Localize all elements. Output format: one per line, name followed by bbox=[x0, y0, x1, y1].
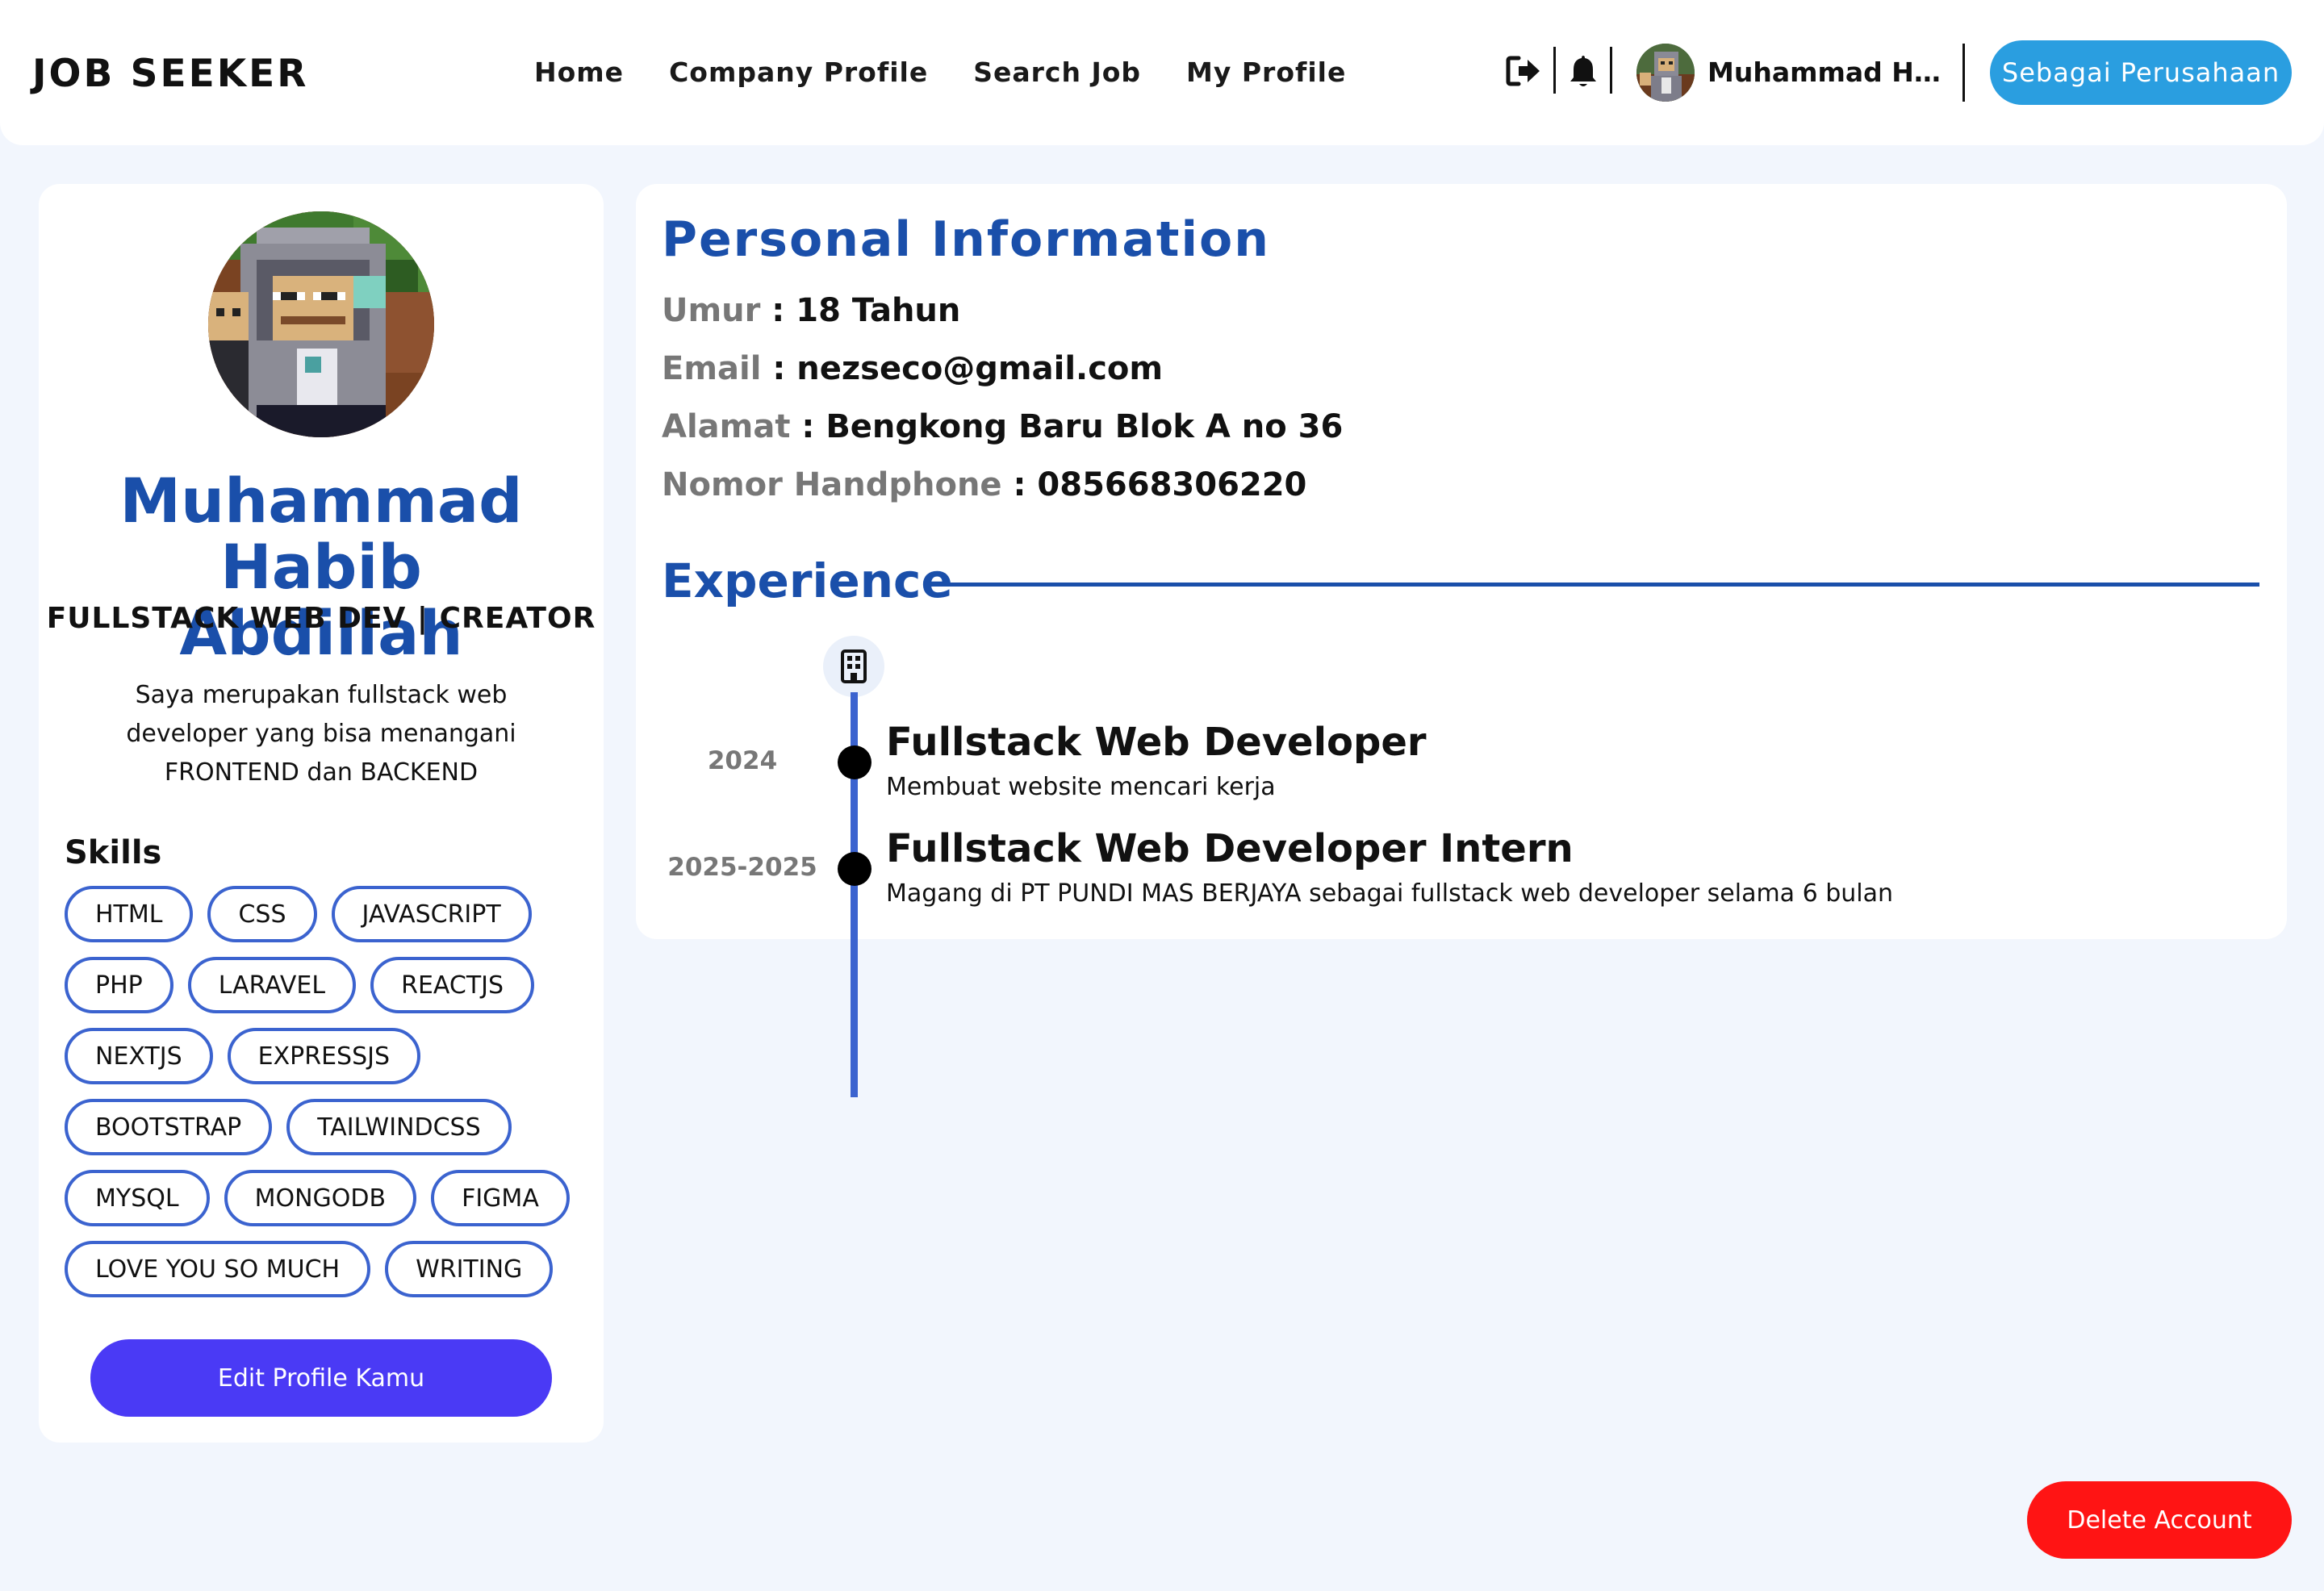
nav-username[interactable]: Muhammad Habib... bbox=[1707, 56, 1950, 88]
info-value: 085668306220 bbox=[1037, 466, 1307, 503]
skill-tag: JAVASCRIPT bbox=[331, 886, 532, 942]
timeline-year: 2025-2025 bbox=[667, 853, 817, 882]
experience-description: Magang di PT PUNDI MAS BERJAYA sebagai f… bbox=[886, 879, 1894, 908]
nav-links: Home Company Profile Search Job My Profi… bbox=[534, 56, 1346, 88]
info-label: Email bbox=[662, 350, 762, 387]
skill-tag: HTML bbox=[65, 886, 194, 942]
info-row-address: Alamat : Bengkong Baru Blok A no 36 bbox=[662, 408, 1344, 445]
nav-divider bbox=[1553, 47, 1556, 94]
profile-card: Muhammad Habib Abdillah FULLSTACK WEB DE… bbox=[39, 184, 604, 1443]
experience-position: Fullstack Web Developer Intern bbox=[886, 826, 1574, 871]
skill-tag: EXPRESSJS bbox=[227, 1028, 421, 1084]
timeline-dot bbox=[838, 852, 872, 886]
logout-icon[interactable] bbox=[1506, 53, 1541, 89]
skill-tag: MYSQL bbox=[65, 1170, 210, 1226]
nav-link-company-profile[interactable]: Company Profile bbox=[669, 56, 928, 88]
skill-tag: CSS bbox=[207, 886, 317, 942]
building-icon bbox=[823, 636, 884, 697]
info-label: Umur bbox=[662, 292, 761, 329]
skill-tag: NEXTJS bbox=[65, 1028, 213, 1084]
nav-link-search-job[interactable]: Search Job bbox=[973, 56, 1141, 88]
info-value: nezseco@gmail.com bbox=[796, 350, 1164, 387]
switch-to-company-button[interactable]: Sebagai Perusahaan bbox=[1990, 40, 2292, 105]
skill-tag: FIGMA bbox=[431, 1170, 570, 1226]
info-label: Alamat bbox=[662, 408, 791, 445]
profile-role: FULLSTACK WEB DEV | CREATOR bbox=[46, 602, 596, 635]
info-value: 18 Tahun bbox=[796, 292, 961, 329]
nav-divider bbox=[1610, 47, 1612, 94]
skill-tag: BOOTSTRAP bbox=[65, 1099, 273, 1155]
skills-title: Skills bbox=[65, 834, 162, 871]
info-row-email: Email : nezseco@gmail.com bbox=[662, 350, 1164, 387]
profile-avatar bbox=[208, 211, 434, 437]
skill-tag: LOVE YOU SO MUCH bbox=[65, 1241, 371, 1297]
timeline-year: 2024 bbox=[707, 746, 778, 775]
profile-name: Muhammad Habib Abdillah bbox=[119, 465, 523, 669]
skills-list: HTML CSS JAVASCRIPT PHP LARAVEL REACTJS … bbox=[65, 886, 597, 1297]
skill-tag: REACTJS bbox=[370, 957, 535, 1013]
skill-tag: PHP bbox=[65, 957, 173, 1013]
info-value: Bengkong Baru Blok A no 36 bbox=[826, 408, 1344, 445]
edit-profile-button[interactable]: Edit Profile Kamu bbox=[90, 1339, 552, 1417]
info-row-age: Umur : 18 Tahun bbox=[662, 292, 961, 329]
personal-info-title: Personal Information bbox=[662, 211, 1270, 268]
profile-bio: Saya merupakan fullstack web developer y… bbox=[126, 681, 516, 787]
skill-tag: MONGODB bbox=[224, 1170, 417, 1226]
info-row-phone: Nomor Handphone : 085668306220 bbox=[662, 466, 1307, 503]
bell-icon[interactable] bbox=[1565, 53, 1601, 89]
experience-description: Membuat website mencari kerja bbox=[886, 773, 1276, 801]
info-label: Nomor Handphone bbox=[662, 466, 1002, 503]
skill-tag: WRITING bbox=[385, 1241, 554, 1297]
nav-divider bbox=[1962, 44, 1965, 102]
navbar: JOB SEEKER Home Company Profile Search J… bbox=[0, 0, 2324, 145]
skill-tag: TAILWINDCSS bbox=[286, 1099, 512, 1155]
skill-tag: LARAVEL bbox=[187, 957, 357, 1013]
delete-account-button[interactable]: Delete Account bbox=[2027, 1481, 2292, 1559]
avatar[interactable] bbox=[1636, 44, 1695, 102]
timeline-dot bbox=[838, 745, 872, 779]
nav-link-my-profile[interactable]: My Profile bbox=[1186, 56, 1346, 88]
experience-title: Experience bbox=[662, 553, 953, 608]
personal-info-card: Personal Information Umur : 18 Tahun Ema… bbox=[636, 184, 2287, 1097]
experience-position: Fullstack Web Developer bbox=[886, 720, 1427, 765]
experience-divider bbox=[928, 583, 2259, 587]
brand-logo[interactable]: JOB SEEKER bbox=[32, 52, 308, 96]
nav-link-home[interactable]: Home bbox=[534, 56, 624, 88]
